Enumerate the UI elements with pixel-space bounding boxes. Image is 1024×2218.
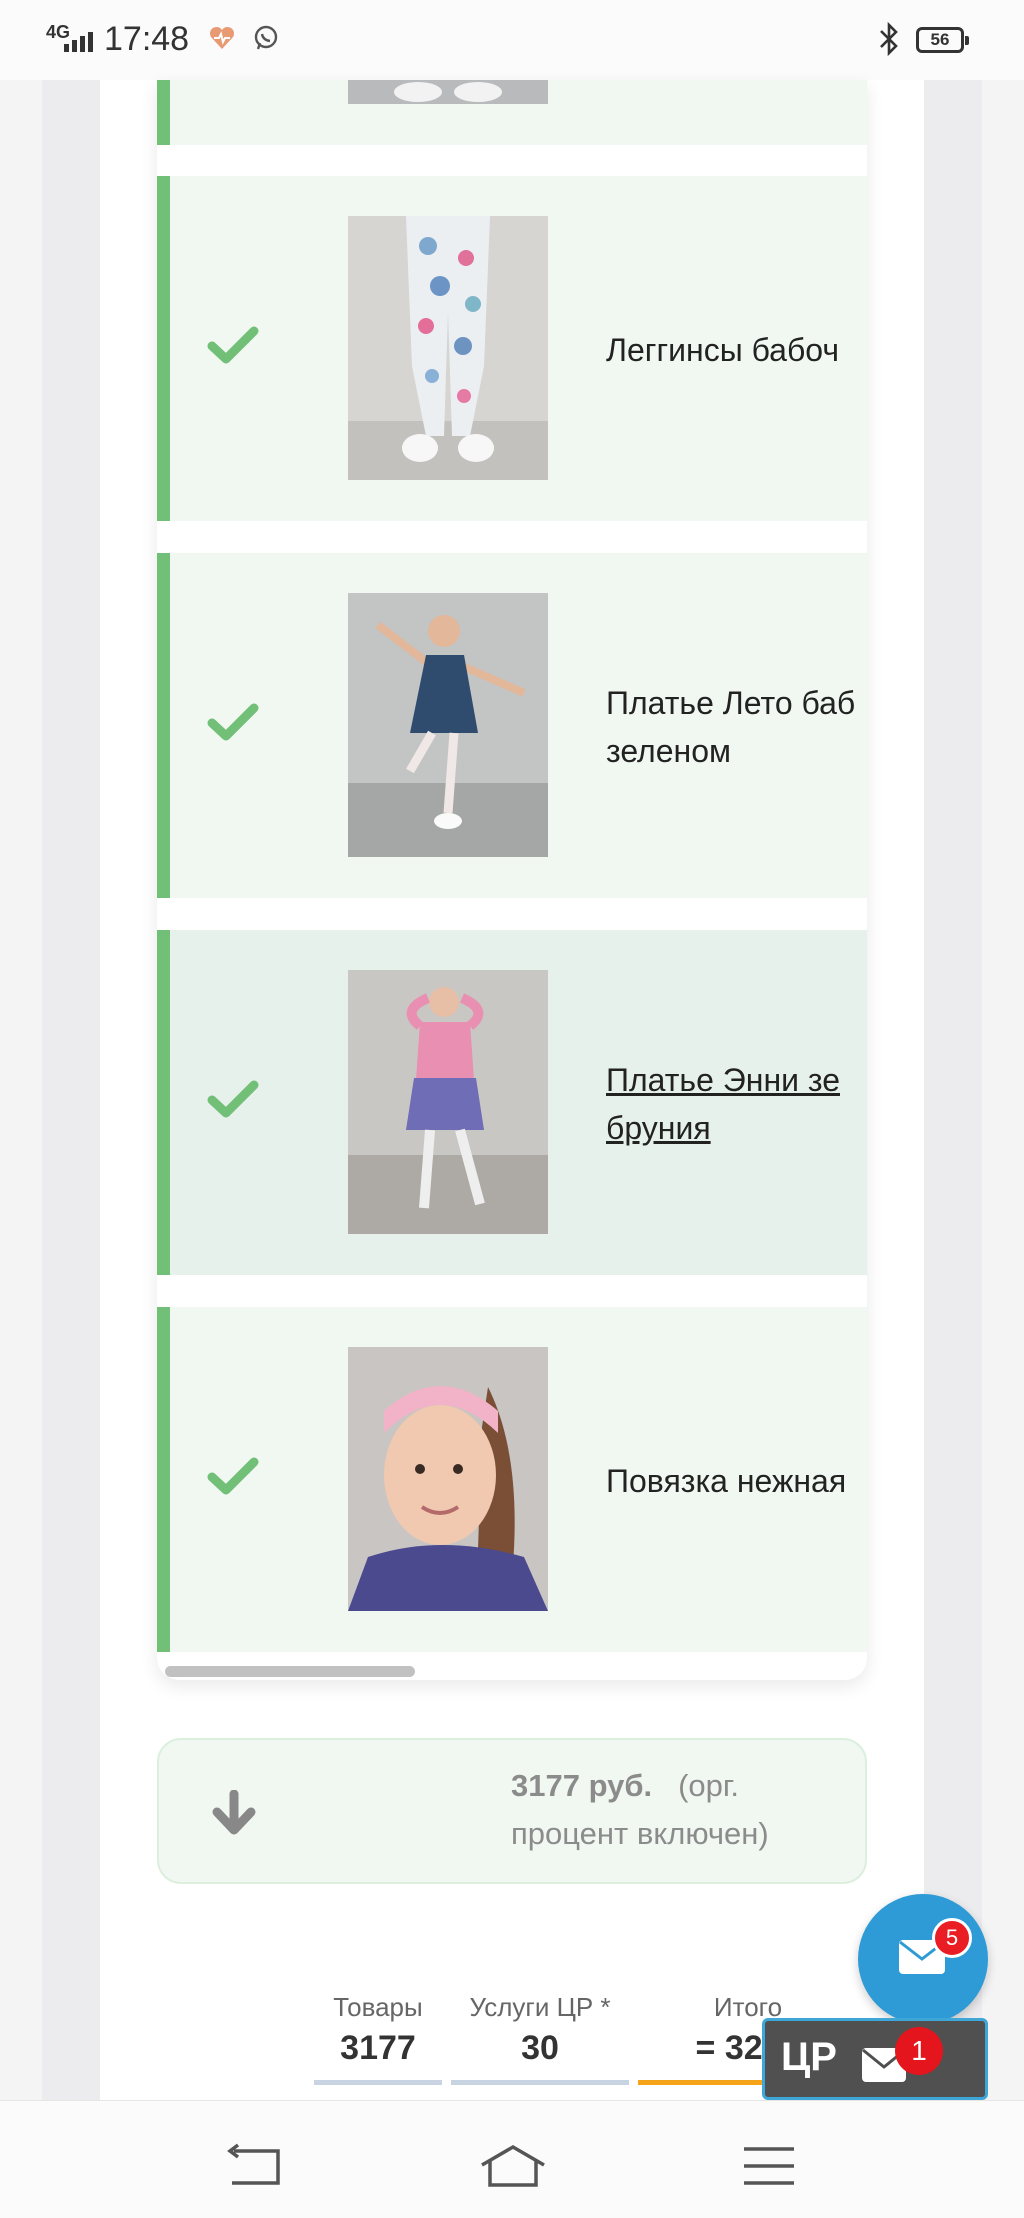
messages-button[interactable]: 5 (858, 1894, 988, 2024)
product-name: Леггинсы бабоч (606, 332, 840, 368)
table-row[interactable] (157, 80, 867, 145)
check-icon (207, 326, 259, 364)
price-amount: 3177 руб. (511, 1768, 653, 1803)
product-image[interactable] (348, 80, 548, 104)
table-row[interactable]: Повязка нежная (157, 1307, 867, 1652)
cr-badge: 1 (895, 2027, 943, 2075)
battery-icon: 56 (916, 27, 969, 53)
arrow-down-icon[interactable] (211, 1790, 257, 1836)
price-text: 3177 руб. (орг. процент включен) (511, 1762, 851, 1858)
row-accent-bar (157, 1307, 170, 1652)
status-bar: 4G 17:48 56 (0, 0, 1024, 80)
row-accent-bar (157, 80, 170, 145)
services-underline (451, 2080, 629, 2085)
goods-total: Товары 3177 (314, 1992, 442, 2085)
messages-badge: 5 (932, 1918, 972, 1958)
horizontal-scrollbar[interactable] (165, 1666, 415, 1677)
system-nav-bar (0, 2100, 1024, 2218)
price-summary[interactable]: 3177 руб. (орг. процент включен) (157, 1738, 867, 1884)
back-icon[interactable] (218, 2141, 288, 2191)
goods-value: 3177 (340, 2029, 416, 2067)
check-icon (207, 1457, 259, 1495)
services-total: Услуги ЦР * 30 (451, 1992, 629, 2085)
product-image[interactable] (348, 1347, 548, 1611)
health-heart-icon (209, 26, 235, 49)
table-row[interactable]: Платье Энни зе бруния (157, 930, 867, 1275)
menu-icon[interactable] (734, 2141, 804, 2191)
product-image[interactable] (348, 216, 548, 480)
services-label: Услуги ЦР * (469, 1992, 611, 2022)
home-icon[interactable] (478, 2141, 548, 2191)
battery-level: 56 (930, 30, 950, 49)
clock: 17:48 (104, 20, 190, 58)
row-accent-bar (157, 176, 170, 521)
cr-label: ЦР (781, 2035, 837, 2079)
goods-underline (314, 2080, 442, 2085)
row-accent-bar (157, 930, 170, 1275)
row-accent-bar (157, 553, 170, 898)
services-value: 30 (521, 2029, 559, 2067)
table-row[interactable]: Леггинсы бабоч (157, 176, 867, 521)
table-row[interactable]: Платье Лето баб зеленом (157, 553, 867, 898)
signal-icon (64, 28, 93, 52)
product-table[interactable]: Леггинсы бабоч Платье Лето баб зеленом П… (157, 80, 867, 1680)
product-name: Платье Лето баб зеленом (606, 685, 856, 769)
check-icon (207, 703, 259, 741)
product-image[interactable] (348, 593, 548, 857)
product-name: Повязка нежная (606, 1463, 847, 1499)
goods-label: Товары (333, 1992, 423, 2022)
cr-chat-widget[interactable]: ЦР 1 (762, 2018, 988, 2100)
check-icon (207, 1080, 259, 1118)
product-link[interactable]: Платье Энни зе бруния (606, 1056, 867, 1152)
whatsapp-icon (254, 25, 278, 50)
bluetooth-icon (880, 22, 898, 56)
product-image[interactable] (348, 970, 548, 1234)
